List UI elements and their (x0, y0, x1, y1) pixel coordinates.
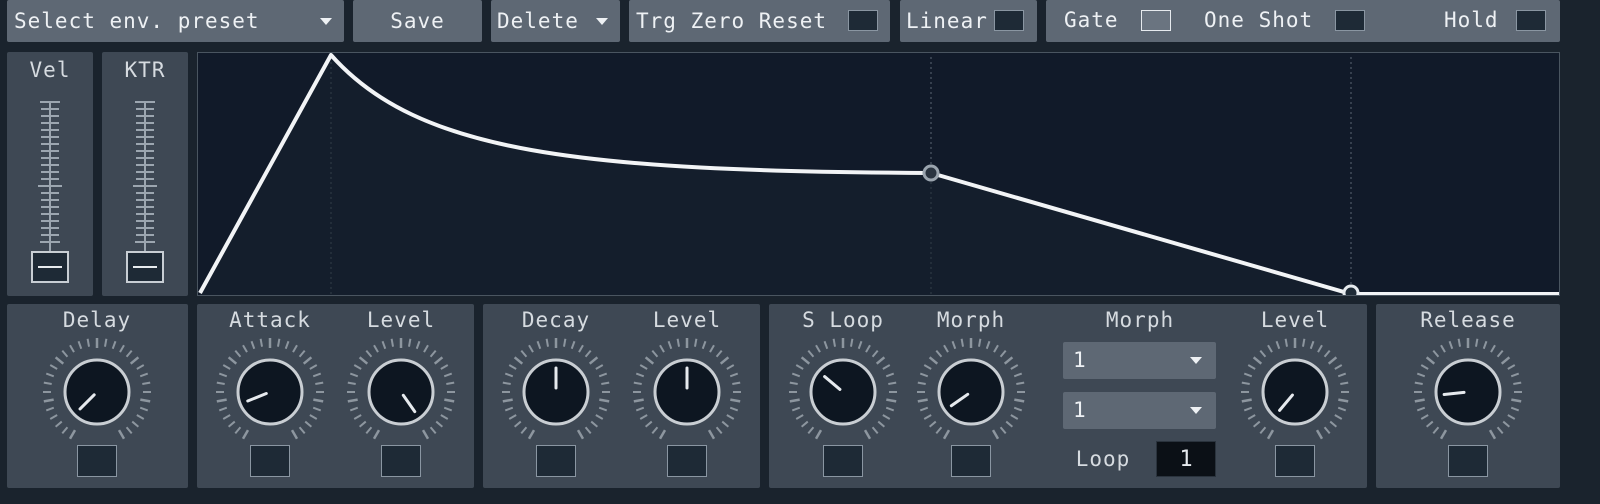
attack-mod-slot[interactable] (250, 445, 290, 477)
attack-knob[interactable] (210, 332, 330, 452)
s-loop-label: S Loop (802, 308, 884, 332)
attack-level-label: Level (366, 308, 436, 332)
gate-checkbox[interactable] (1141, 10, 1171, 31)
sustain-level-knob[interactable] (1235, 332, 1355, 452)
one-shot-checkbox[interactable] (1335, 10, 1365, 31)
envelope-graph[interactable] (197, 52, 1560, 296)
morph-knob-label: Morph (936, 308, 1006, 332)
decay-level-knob[interactable] (627, 332, 747, 452)
decay-knob[interactable] (496, 332, 616, 452)
chevron-down-icon (320, 18, 332, 25)
gate-label: Gate (1064, 8, 1119, 32)
release-knob[interactable] (1408, 332, 1528, 452)
one-shot-label: One Shot (1204, 8, 1314, 32)
morph-knob[interactable] (911, 332, 1031, 452)
delay-label: Delay (62, 308, 132, 332)
s-loop-mod-slot[interactable] (823, 445, 863, 477)
trg-zero-reset-label: Trg Zero Reset (636, 9, 828, 33)
s-loop-knob[interactable] (783, 332, 903, 452)
linear-label: Linear (906, 9, 988, 33)
morph-select-1[interactable]: 1 (1063, 342, 1216, 379)
attack-level-knob[interactable] (341, 332, 461, 452)
chevron-down-icon (1190, 407, 1202, 414)
morph-select-2-value: 1 (1073, 398, 1086, 422)
ktr-slider-panel: KTR (102, 52, 188, 296)
loop-value-field[interactable]: 1 (1156, 441, 1216, 477)
release-mod-slot[interactable] (1448, 445, 1488, 477)
ktr-slider[interactable] (102, 52, 188, 296)
morph-select-1-value: 1 (1073, 348, 1086, 372)
gate-group: Gate One Shot Hold (1046, 0, 1560, 42)
decay-label: Decay (521, 308, 591, 332)
hold-label: Hold (1444, 8, 1499, 32)
morph-section-label: Morph (1105, 308, 1175, 332)
linear-toggle[interactable]: Linear (900, 0, 1037, 42)
chevron-down-icon (1190, 357, 1202, 364)
attack-level-mod-slot[interactable] (381, 445, 421, 477)
sustain-node-handle[interactable] (922, 164, 940, 182)
hold-checkbox[interactable] (1516, 10, 1546, 31)
linear-checkbox[interactable] (994, 10, 1024, 31)
attack-label: Attack (229, 308, 311, 332)
release-node-handle[interactable] (1342, 284, 1360, 295)
save-button-label: Save (390, 9, 445, 33)
preset-dropdown-label: Select env. preset (14, 9, 260, 33)
delay-mod-slot[interactable] (77, 445, 117, 477)
release-label: Release (1420, 308, 1516, 332)
loop-value: 1 (1179, 446, 1193, 472)
preset-dropdown[interactable]: Select env. preset (7, 0, 344, 42)
morph-select-2[interactable]: 1 (1063, 392, 1216, 429)
save-button[interactable]: Save (353, 0, 482, 42)
vel-slider-panel: Vel (7, 52, 93, 296)
vel-slider[interactable] (7, 52, 93, 296)
trg-zero-reset-checkbox[interactable] (848, 10, 878, 31)
trg-zero-reset-toggle[interactable]: Trg Zero Reset (629, 0, 890, 42)
sustain-level-label: Level (1260, 308, 1330, 332)
delete-button-label: Delete (497, 9, 579, 33)
morph-mod-slot[interactable] (951, 445, 991, 477)
decay-mod-slot[interactable] (536, 445, 576, 477)
delay-knob[interactable] (37, 332, 157, 452)
loop-label: Loop (1075, 447, 1131, 471)
delete-button[interactable]: Delete (491, 0, 620, 42)
chevron-down-icon (596, 18, 608, 25)
decay-level-label: Level (652, 308, 722, 332)
decay-level-mod-slot[interactable] (667, 445, 707, 477)
sustain-level-mod-slot[interactable] (1275, 445, 1315, 477)
